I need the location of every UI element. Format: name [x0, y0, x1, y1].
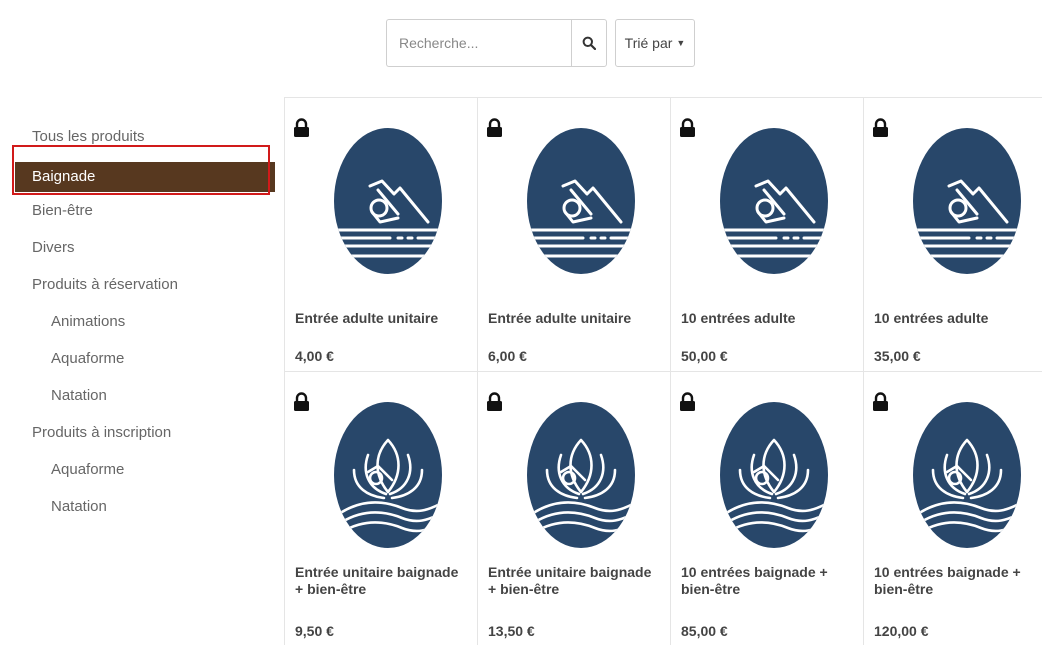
product-price: 13,50 €	[488, 623, 535, 639]
product-image[interactable]	[911, 126, 1023, 281]
swimmer-icon	[527, 128, 635, 274]
product-card[interactable]: Entrée unitaire baignade + bien-être 9,50…	[284, 371, 477, 645]
category-produits-inscription[interactable]: Produits à inscription	[15, 418, 275, 455]
subcategory-animations[interactable]: Animations	[15, 307, 275, 344]
product-price: 85,00 €	[681, 623, 728, 639]
subcategory-natation-reservation[interactable]: Natation	[15, 381, 275, 418]
category-bien-etre[interactable]: Bien-être	[15, 196, 275, 233]
subcategory-aquaforme-inscription[interactable]: Aquaforme	[15, 455, 275, 492]
product-card[interactable]: 10 entrées baignade + bien-être 120,00 €	[863, 371, 1042, 645]
lock-icon	[872, 392, 889, 417]
product-card[interactable]: 10 entrées baignade + bien-être 85,00 €	[670, 371, 863, 645]
product-card[interactable]: 10 entrées adulte 50,00 €	[670, 97, 863, 371]
product-image[interactable]	[525, 400, 637, 555]
lock-icon	[293, 118, 310, 143]
swimmer-icon	[913, 128, 1021, 274]
swimmer-icon	[720, 128, 828, 274]
product-price: 35,00 €	[874, 348, 921, 364]
swimmer-lotus-icon	[913, 402, 1021, 548]
product-card[interactable]: 10 entrées adulte 35,00 €	[863, 97, 1042, 371]
product-name[interactable]: 10 entrées baignade + bien-être	[681, 564, 856, 598]
lock-icon	[679, 118, 696, 143]
swimmer-lotus-icon	[720, 402, 828, 548]
subcategory-aquaforme-reservation[interactable]: Aquaforme	[15, 344, 275, 381]
product-image[interactable]	[718, 126, 830, 281]
product-price: 4,00 €	[295, 348, 334, 364]
product-card[interactable]: Entrée unitaire baignade + bien-être 13,5…	[477, 371, 670, 645]
lock-icon	[486, 392, 503, 417]
product-price: 50,00 €	[681, 348, 728, 364]
caret-down-icon: ▼	[676, 38, 686, 48]
product-card[interactable]: Entrée adulte unitaire 4,00 €	[284, 97, 477, 371]
category-divers[interactable]: Divers	[15, 233, 275, 270]
product-price: 120,00 €	[874, 623, 929, 639]
product-image[interactable]	[525, 126, 637, 281]
product-price: 9,50 €	[295, 623, 334, 639]
product-name[interactable]: Entrée adulte unitaire	[295, 310, 470, 327]
product-image[interactable]	[718, 400, 830, 555]
product-image[interactable]	[332, 126, 444, 281]
category-all-products[interactable]: Tous les produits	[15, 122, 275, 159]
product-name[interactable]: 10 entrées baignade + bien-être	[874, 564, 1042, 598]
lock-icon	[872, 118, 889, 143]
category-produits-reservation[interactable]: Produits à réservation	[15, 270, 275, 307]
sort-label: Trié par	[624, 35, 673, 51]
product-name[interactable]: Entrée adulte unitaire	[488, 310, 663, 327]
product-name[interactable]: Entrée unitaire baignade + bien-être	[295, 564, 470, 598]
product-image[interactable]	[332, 400, 444, 555]
product-name[interactable]: Entrée unitaire baignade + bien-être	[488, 564, 663, 598]
search-button[interactable]	[571, 19, 607, 67]
sort-dropdown[interactable]: Trié par ▼	[615, 19, 695, 67]
product-grid: Entrée adulte unitaire 4,00 € Entrée adul…	[284, 97, 1042, 645]
search-input[interactable]	[386, 19, 571, 67]
category-sidebar: Tous les produits Baignade Bien-être Div…	[15, 122, 275, 529]
lock-icon	[486, 118, 503, 143]
lock-icon	[293, 392, 310, 417]
product-image[interactable]	[911, 400, 1023, 555]
product-price: 6,00 €	[488, 348, 527, 364]
search-bar: Trié par ▼	[386, 19, 695, 67]
subcategory-natation-inscription[interactable]: Natation	[15, 492, 275, 529]
swimmer-icon	[334, 128, 442, 274]
search-icon	[582, 36, 596, 50]
swimmer-lotus-icon	[334, 402, 442, 548]
swimmer-lotus-icon	[527, 402, 635, 548]
product-name[interactable]: 10 entrées adulte	[681, 310, 856, 327]
category-baignade[interactable]: Baignade	[15, 162, 275, 192]
product-name[interactable]: 10 entrées adulte	[874, 310, 1042, 327]
product-card[interactable]: Entrée adulte unitaire 6,00 €	[477, 97, 670, 371]
lock-icon	[679, 392, 696, 417]
